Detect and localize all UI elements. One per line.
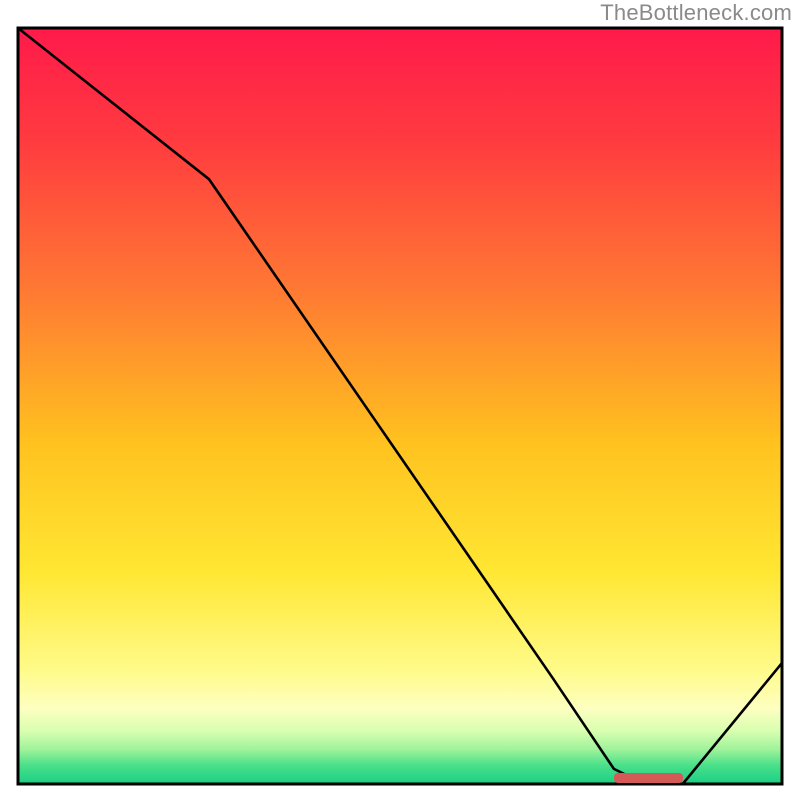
chart-stage: TheBottleneck.com	[0, 0, 800, 800]
gradient-background	[18, 28, 782, 784]
bottleneck-chart	[0, 0, 800, 800]
optimal-range-marker	[614, 773, 683, 783]
